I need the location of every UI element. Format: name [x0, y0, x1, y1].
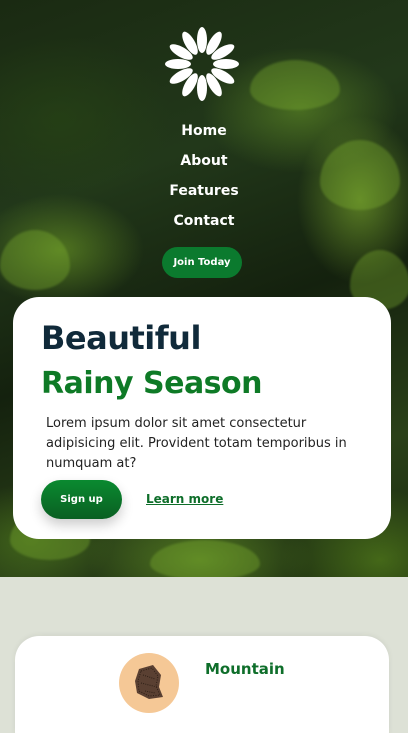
mountain-icon	[135, 665, 163, 699]
feature-avatar	[119, 653, 179, 713]
nav-link-contact[interactable]: Contact	[0, 213, 408, 229]
hero-title-line2: Rainy Season	[41, 366, 263, 401]
learn-more-link[interactable]: Learn more	[146, 492, 223, 506]
hero-title-line1: Beautiful	[41, 319, 201, 357]
flower-logo-icon[interactable]	[164, 26, 240, 102]
nav-link-about[interactable]: About	[0, 153, 408, 169]
sign-up-button[interactable]: Sign up	[41, 480, 122, 519]
join-today-button[interactable]: Join Today	[162, 247, 242, 278]
feature-card-mountain: Mountain	[15, 636, 389, 733]
hero-section: Home About Features Contact Join Today B…	[0, 0, 408, 577]
nav-link-features[interactable]: Features	[0, 183, 408, 199]
feature-title: Mountain	[205, 660, 285, 678]
nav-link-home[interactable]: Home	[0, 123, 408, 139]
hero-card: Beautiful Rainy Season Lorem ipsum dolor…	[13, 297, 391, 539]
hero-description: Lorem ipsum dolor sit amet consectetur a…	[46, 416, 347, 471]
